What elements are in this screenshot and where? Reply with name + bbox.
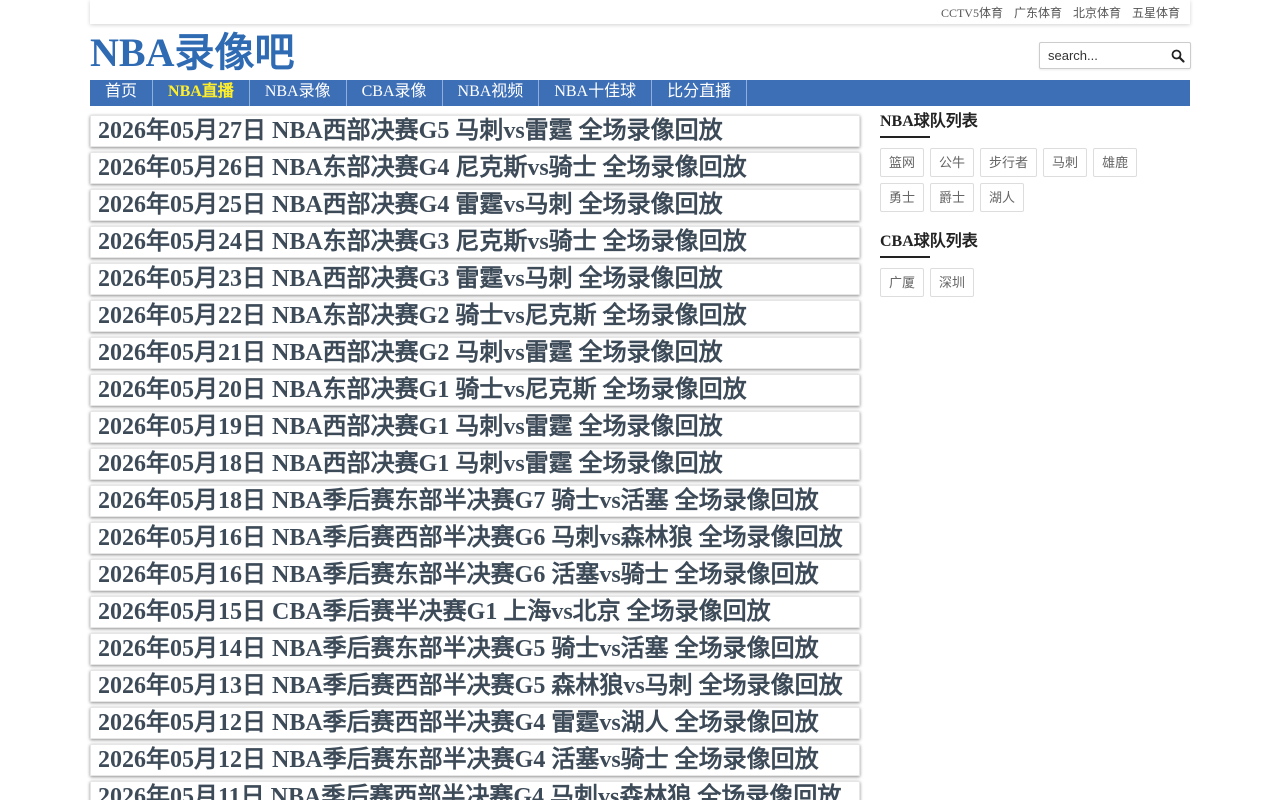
video-link[interactable]: 2026年05月21日 NBA西部决赛G2 马刺vs雷霆 全场录像回放 (90, 337, 860, 369)
team-tag-spurs[interactable]: 马刺 (1043, 148, 1088, 177)
list-item: 2026年05月25日 NBA西部决赛G4 雷霆vs马刺 全场录像回放 (90, 189, 860, 221)
list-item: 2026年05月27日 NBA西部决赛G5 马刺vs雷霆 全场录像回放 (90, 115, 860, 147)
nba-team-tags: 篮网 公牛 步行者 马刺 雄鹿 勇士 爵士 湖人 (880, 148, 1160, 218)
team-tag-bulls[interactable]: 公牛 (930, 148, 975, 177)
nba-teams-heading: NBA球队列表 (880, 112, 978, 138)
video-link[interactable]: 2026年05月12日 NBA季后赛西部半决赛G4 雷霆vs湖人 全场录像回放 (90, 707, 860, 739)
nav-item-cba-replay[interactable]: CBA录像 (347, 80, 443, 106)
list-item: 2026年05月18日 NBA西部决赛G1 马刺vs雷霆 全场录像回放 (90, 448, 860, 480)
list-item: 2026年05月18日 NBA季后赛东部半决赛G7 骑士vs活塞 全场录像回放 (90, 485, 860, 517)
video-link[interactable]: 2026年05月18日 NBA西部决赛G1 马刺vs雷霆 全场录像回放 (90, 448, 860, 480)
nav-item-live-score[interactable]: 比分直播 (652, 80, 748, 106)
list-item: 2026年05月16日 NBA季后赛西部半决赛G6 马刺vs森林狼 全场录像回放 (90, 522, 860, 554)
list-item: 2026年05月26日 NBA东部决赛G4 尼克斯vs骑士 全场录像回放 (90, 152, 860, 184)
video-link[interactable]: 2026年05月23日 NBA西部决赛G3 雷霆vs马刺 全场录像回放 (90, 263, 860, 295)
team-tag-warriors[interactable]: 勇士 (880, 183, 925, 212)
list-item: 2026年05月19日 NBA西部决赛G1 马刺vs雷霆 全场录像回放 (90, 411, 860, 443)
team-tag-lakers[interactable]: 湖人 (980, 183, 1025, 212)
video-link[interactable]: 2026年05月12日 NBA季后赛东部半决赛G4 活塞vs骑士 全场录像回放 (90, 744, 860, 776)
video-link[interactable]: 2026年05月16日 NBA季后赛东部半决赛G6 活塞vs骑士 全场录像回放 (90, 559, 860, 591)
video-link[interactable]: 2026年05月20日 NBA东部决赛G1 骑士vs尼克斯 全场录像回放 (90, 374, 860, 406)
nav-item-nba-top10[interactable]: NBA十佳球 (539, 80, 653, 106)
team-tag-nets[interactable]: 篮网 (880, 148, 925, 177)
video-link[interactable]: 2026年05月13日 NBA季后赛西部半决赛G5 森林狼vs马刺 全场录像回放 (90, 670, 860, 702)
video-link[interactable]: 2026年05月16日 NBA季后赛西部半决赛G6 马刺vs森林狼 全场录像回放 (90, 522, 860, 554)
list-item: 2026年05月12日 NBA季后赛东部半决赛G4 活塞vs骑士 全场录像回放 (90, 744, 860, 776)
video-link[interactable]: 2026年05月14日 NBA季后赛东部半决赛G5 骑士vs活塞 全场录像回放 (90, 633, 860, 665)
list-item: 2026年05月13日 NBA季后赛西部半决赛G5 森林狼vs马刺 全场录像回放 (90, 670, 860, 702)
list-item: 2026年05月23日 NBA西部决赛G3 雷霆vs马刺 全场录像回放 (90, 263, 860, 295)
main-nav: 首页 NBA直播 NBA录像 CBA录像 NBA视频 NBA十佳球 比分直播 (90, 80, 1190, 106)
nav-item-nba-live[interactable]: NBA直播 (153, 80, 250, 106)
team-tag-bucks[interactable]: 雄鹿 (1093, 148, 1138, 177)
list-item: 2026年05月20日 NBA东部决赛G1 骑士vs尼克斯 全场录像回放 (90, 374, 860, 406)
team-tag-shenzhen[interactable]: 深圳 (930, 268, 975, 297)
search-box (1039, 42, 1191, 69)
video-link[interactable]: 2026年05月26日 NBA东部决赛G4 尼克斯vs骑士 全场录像回放 (90, 152, 860, 184)
team-tag-pacers[interactable]: 步行者 (980, 148, 1038, 177)
nav-item-home[interactable]: 首页 (90, 80, 154, 106)
list-item: 2026年05月15日 CBA季后赛半决赛G1 上海vs北京 全场录像回放 (90, 596, 860, 628)
video-link[interactable]: 2026年05月15日 CBA季后赛半决赛G1 上海vs北京 全场录像回放 (90, 596, 860, 628)
list-item: 2026年05月22日 NBA东部决赛G2 骑士vs尼克斯 全场录像回放 (90, 300, 860, 332)
search-input[interactable] (1040, 43, 1168, 68)
site-logo[interactable]: NBA录像吧 (90, 30, 294, 76)
list-item: 2026年05月16日 NBA季后赛东部半决赛G6 活塞vs骑士 全场录像回放 (90, 559, 860, 591)
topbar-link-wuxing[interactable]: 五星体育 (1132, 4, 1180, 21)
video-link[interactable]: 2026年05月25日 NBA西部决赛G4 雷霆vs马刺 全场录像回放 (90, 189, 860, 221)
video-list: 2026年05月27日 NBA西部决赛G5 马刺vs雷霆 全场录像回放 2026… (90, 115, 860, 800)
topbar-link-beijing[interactable]: 北京体育 (1073, 4, 1121, 21)
team-tag-guangsha[interactable]: 广厦 (880, 268, 925, 297)
video-link[interactable]: 2026年05月27日 NBA西部决赛G5 马刺vs雷霆 全场录像回放 (90, 115, 860, 147)
list-item: 2026年05月12日 NBA季后赛西部半决赛G4 雷霆vs湖人 全场录像回放 (90, 707, 860, 739)
video-link[interactable]: 2026年05月18日 NBA季后赛东部半决赛G7 骑士vs活塞 全场录像回放 (90, 485, 860, 517)
team-tag-jazz[interactable]: 爵士 (930, 183, 975, 212)
nav-item-nba-replay[interactable]: NBA录像 (250, 80, 347, 106)
list-item: 2026年05月14日 NBA季后赛东部半决赛G5 骑士vs活塞 全场录像回放 (90, 633, 860, 665)
topbar-link-guangdong[interactable]: 广东体育 (1014, 4, 1062, 21)
cba-team-tags: 广厦 深圳 (880, 268, 1160, 303)
nav-item-nba-video[interactable]: NBA视频 (443, 80, 540, 106)
top-links-bar: CCTV5体育 广东体育 北京体育 五星体育 (90, 0, 1190, 24)
list-item: 2026年05月24日 NBA东部决赛G3 尼克斯vs骑士 全场录像回放 (90, 226, 860, 258)
video-link[interactable]: 2026年05月24日 NBA东部决赛G3 尼克斯vs骑士 全场录像回放 (90, 226, 860, 258)
video-link[interactable]: 2026年05月19日 NBA西部决赛G1 马刺vs雷霆 全场录像回放 (90, 411, 860, 443)
video-link[interactable]: 2026年05月11日 NBA季后赛西部半决赛G4 马刺vs森林狼 全场录像回放 (90, 781, 860, 800)
sidebar: NBA球队列表 篮网 公牛 步行者 马刺 雄鹿 勇士 爵士 湖人 CBA球队列表… (880, 112, 1190, 303)
topbar-link-cctv5[interactable]: CCTV5体育 (941, 4, 1003, 21)
list-item: 2026年05月21日 NBA西部决赛G2 马刺vs雷霆 全场录像回放 (90, 337, 860, 369)
list-item: 2026年05月11日 NBA季后赛西部半决赛G4 马刺vs森林狼 全场录像回放 (90, 781, 860, 800)
cba-teams-heading: CBA球队列表 (880, 232, 978, 258)
cba-section: CBA球队列表 广厦 深圳 (880, 232, 1190, 303)
video-link[interactable]: 2026年05月22日 NBA东部决赛G2 骑士vs尼克斯 全场录像回放 (90, 300, 860, 332)
search-icon[interactable] (1170, 48, 1186, 64)
